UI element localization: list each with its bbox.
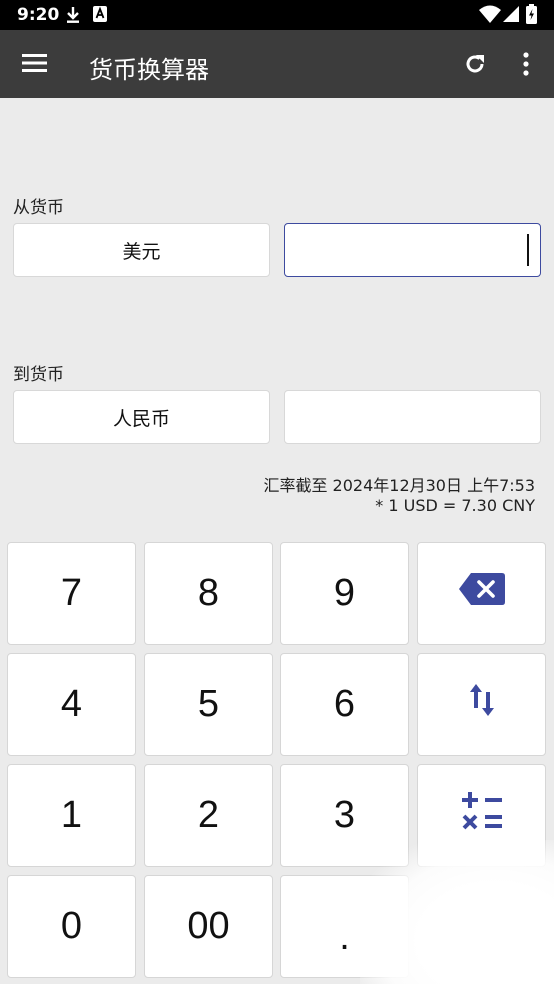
backspace-key[interactable] [417,542,546,645]
key-9[interactable]: 9 [280,542,409,645]
key-3[interactable]: 3 [280,764,409,867]
swap-icon [469,682,495,728]
key-0[interactable]: 0 [7,875,136,978]
page-title: 货币换算器 [89,56,209,84]
to-currency-label: 到货币 [13,365,64,385]
from-currency-name: 美元 [122,240,161,263]
status-time: 9:20 [17,5,60,25]
key-00[interactable]: 00 [144,875,273,978]
app-notification-icon [93,6,107,26]
key-7[interactable]: 7 [7,542,136,645]
key-4[interactable]: 4 [7,653,136,756]
download-icon [66,6,80,28]
signal-icon [503,6,519,26]
rate-updated-text: 汇率截至 2024年12月30日 上午7:53 [263,476,535,495]
to-currency-selector[interactable]: 人民币 [13,390,270,444]
to-currency-name: 人民币 [112,407,170,430]
backspace-icon [458,572,505,615]
status-bar: 9:20 [0,0,554,30]
to-amount-field[interactable] [284,390,541,444]
from-currency-label: 从货币 [13,198,64,218]
key-1[interactable]: 1 [7,764,136,867]
key-2[interactable]: 2 [144,764,273,867]
key-decimal[interactable]: . [280,875,409,978]
from-currency-selector[interactable]: 美元 [13,223,270,277]
calculator-key[interactable] [417,764,546,867]
calculator-icon [461,791,503,841]
menu-icon[interactable] [22,53,47,77]
exchange-rate-text: * 1 USD = 7.30 CNY [375,496,535,515]
text-cursor [527,234,529,266]
key-8[interactable]: 8 [144,542,273,645]
battery-icon [526,4,537,28]
key-5[interactable]: 5 [144,653,273,756]
more-vert-icon[interactable] [522,52,530,80]
refresh-icon[interactable] [463,52,487,80]
wifi-icon [479,5,501,27]
app-bar: 货币换算器 [0,30,554,98]
swap-key[interactable] [417,653,546,756]
key-6[interactable]: 6 [280,653,409,756]
from-amount-field[interactable] [284,223,541,277]
